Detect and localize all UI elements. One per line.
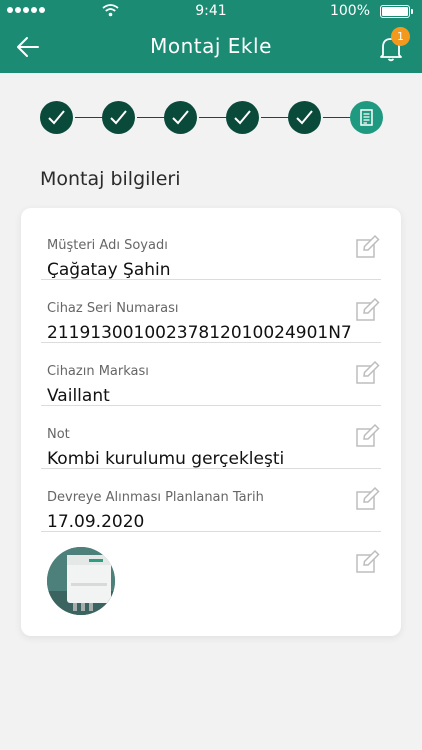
field-value: 17.09.2020 xyxy=(47,512,145,532)
field-value: Kombi kurulumu gerçekleşti xyxy=(47,449,285,469)
field-value: Çağatay Şahin xyxy=(47,260,171,280)
edit-icon[interactable] xyxy=(355,360,381,386)
battery-icon xyxy=(380,5,413,18)
edit-icon[interactable] xyxy=(355,549,381,575)
step-connector xyxy=(75,117,104,118)
app-header: 9:41 100% Montaj Ekle 1 xyxy=(0,0,422,73)
step-connector xyxy=(323,117,352,118)
field-device-brand: Cihazın Markası Vaillant xyxy=(41,343,381,406)
section-title: Montaj bilgileri xyxy=(40,168,181,190)
field-label: Müşteri Adı Soyadı xyxy=(47,238,168,253)
field-value: 21191300100237812010024901N7 xyxy=(47,323,352,343)
field-label: Cihazın Markası xyxy=(47,364,149,379)
field-planned-date: Devreye Alınması Planlanan Tarih 17.09.2… xyxy=(41,469,381,532)
device-photo[interactable] xyxy=(47,547,115,615)
step-2-complete xyxy=(102,101,135,134)
field-label: Devreye Alınması Planlanan Tarih xyxy=(47,490,264,505)
step-4-complete xyxy=(226,101,259,134)
step-5-complete xyxy=(288,101,321,134)
step-connector xyxy=(261,117,290,118)
check-icon xyxy=(234,110,251,125)
edit-icon[interactable] xyxy=(355,423,381,449)
check-icon xyxy=(296,110,313,125)
field-customer-name: Müşteri Adı Soyadı Çağatay Şahin xyxy=(41,217,381,280)
step-3-complete xyxy=(164,101,197,134)
step-1-complete xyxy=(40,101,73,134)
battery-percentage: 100% xyxy=(329,3,370,19)
field-serial-number: Cihaz Seri Numarası 21191300100237812010… xyxy=(41,280,381,343)
document-icon xyxy=(360,109,373,126)
step-6-current xyxy=(350,101,383,134)
field-label: Cihaz Seri Numarası xyxy=(47,301,179,316)
notification-badge: 1 xyxy=(391,27,410,46)
step-connector xyxy=(137,117,166,118)
step-connector xyxy=(199,117,228,118)
edit-icon[interactable] xyxy=(355,234,381,260)
field-note: Not Kombi kurulumu gerçekleşti xyxy=(41,406,381,469)
check-icon xyxy=(110,110,127,125)
installation-info-card: Müşteri Adı Soyadı Çağatay Şahin Cihaz S… xyxy=(21,208,401,636)
check-icon xyxy=(48,110,65,125)
status-bar: 9:41 100% xyxy=(0,0,422,22)
field-value: Vaillant xyxy=(47,386,110,406)
edit-icon[interactable] xyxy=(355,486,381,512)
boiler-image xyxy=(47,547,115,615)
check-icon xyxy=(172,110,189,125)
page-title: Montaj Ekle xyxy=(150,34,272,58)
edit-icon[interactable] xyxy=(355,297,381,323)
field-label: Not xyxy=(47,427,70,442)
